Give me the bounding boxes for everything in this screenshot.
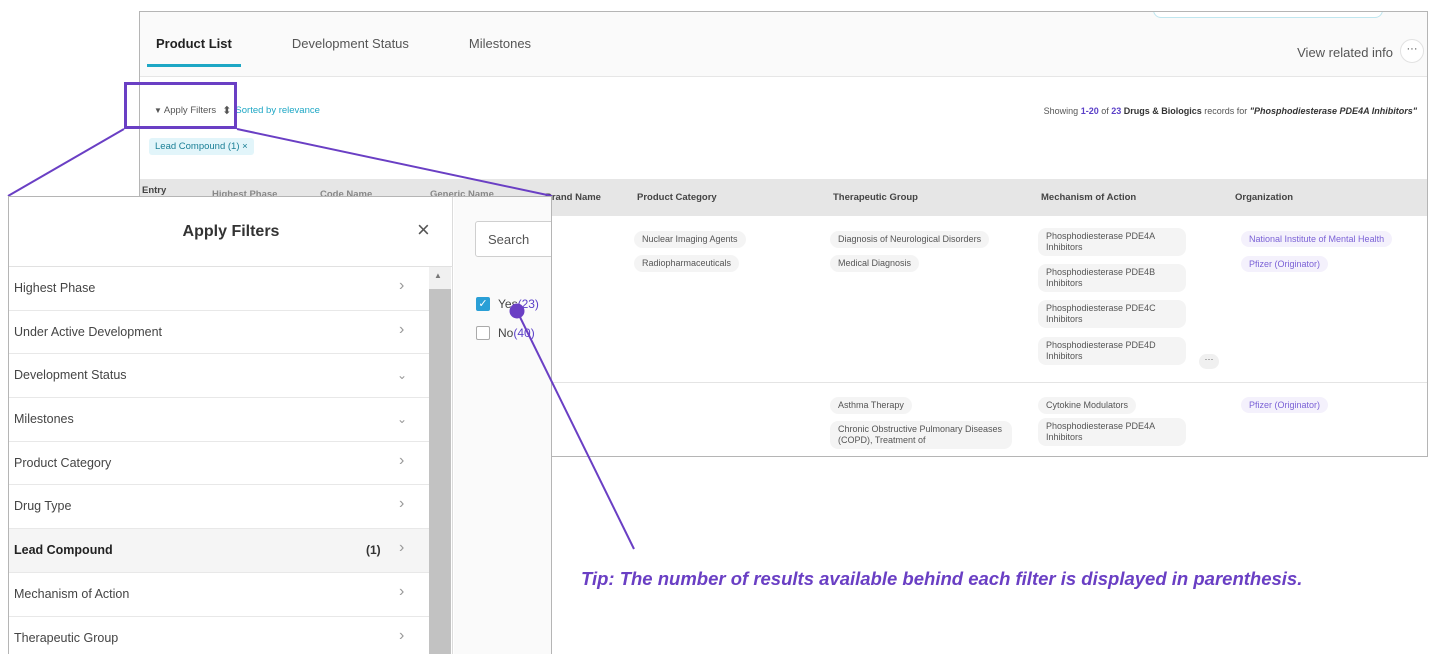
filter-item-label: Product Category xyxy=(14,455,112,470)
filter-count: (1) xyxy=(366,543,381,558)
filter-item-lead-compound[interactable]: Lead Compound (1) › xyxy=(9,529,429,573)
filter-item-mechanism-of-action[interactable]: Mechanism of Action › xyxy=(9,573,429,617)
tab-development-status[interactable]: Development Status xyxy=(283,36,418,67)
filter-search-input[interactable]: Search xyxy=(475,221,551,257)
tip-caption: Tip: The number of results available beh… xyxy=(581,568,1303,589)
column-mechanism-of-action[interactable]: Mechanism of Action xyxy=(1041,192,1136,203)
filter-item-milestones[interactable]: Milestones ⌄ xyxy=(9,398,429,442)
organization-link[interactable]: Pfizer (Originator) xyxy=(1241,256,1329,272)
therapeutic-group-tag[interactable]: Chronic Obstructive Pulmonary Diseases (… xyxy=(830,421,1012,449)
more-mechanisms-button[interactable]: ··· xyxy=(1199,354,1219,369)
option-count: (23) xyxy=(517,297,539,311)
therapeutic-group-tag[interactable]: Diagnosis of Neurological Disorders xyxy=(830,231,990,248)
more-options-button[interactable]: ··· xyxy=(1400,39,1424,63)
filter-item-label: Milestones xyxy=(14,412,74,427)
checkbox-checked-icon[interactable]: ✓ xyxy=(476,297,490,311)
apply-filters-panel: Apply Filters × Highest Phase › Under Ac… xyxy=(8,196,552,654)
results-count: 23 xyxy=(1111,106,1122,116)
filter-option-no[interactable]: No (40) xyxy=(476,326,535,340)
chevron-right-icon: › xyxy=(399,626,405,644)
scroll-up-arrow-icon[interactable]: ▲ xyxy=(434,271,442,280)
chevron-down-icon: ⌄ xyxy=(397,368,408,383)
therapeutic-group-tag[interactable]: Asthma Therapy xyxy=(830,397,912,414)
filter-options-pane: Search ✓ Yes (23) No (40) xyxy=(454,197,551,654)
panel-header: Apply Filters × xyxy=(9,197,453,267)
filter-item-therapeutic-group[interactable]: Therapeutic Group › xyxy=(9,617,429,654)
filter-item-development-status[interactable]: Development Status ⌄ xyxy=(9,354,429,399)
close-icon[interactable]: × xyxy=(417,217,430,243)
filter-item-label: Under Active Development xyxy=(14,324,162,339)
product-category-tag[interactable]: Radiopharmaceuticals xyxy=(634,255,740,272)
results-records-for: records for xyxy=(1201,106,1250,116)
filter-item-label: Drug Type xyxy=(14,499,72,514)
chevron-right-icon: › xyxy=(399,320,405,338)
organization-link[interactable]: National Institute of Mental Health xyxy=(1241,231,1393,247)
sort-order-link[interactable]: Sorted by relevance xyxy=(235,105,320,116)
results-kind: Drugs & Biologics xyxy=(1121,106,1202,116)
chevron-down-icon: ⌄ xyxy=(397,412,408,427)
filter-option-yes[interactable]: ✓ Yes (23) xyxy=(476,297,539,311)
results-range: 1-20 xyxy=(1080,106,1099,116)
option-label: Yes xyxy=(498,297,518,311)
active-filter-chip-lead-compound[interactable]: Lead Compound (1) × xyxy=(149,138,254,155)
filter-item-under-active-development[interactable]: Under Active Development › xyxy=(9,311,429,355)
filter-category-list: Apply Filters × Highest Phase › Under Ac… xyxy=(9,197,453,654)
results-of: of xyxy=(1098,106,1112,116)
mechanism-tag[interactable]: Phosphodiesterase PDE4D Inhibitors xyxy=(1038,337,1186,365)
results-prefix: Showing xyxy=(1043,106,1081,116)
apply-filters-highlight-box xyxy=(124,82,237,129)
option-label: No xyxy=(498,326,514,340)
tab-bar: Product List Development Status Mileston… xyxy=(140,12,1427,77)
chevron-right-icon: › xyxy=(399,539,405,557)
results-summary: Showing 1-20 of 23 Drugs & Biologics rec… xyxy=(1044,106,1417,116)
column-entry[interactable]: Entry xyxy=(142,185,166,196)
chevron-right-icon: › xyxy=(399,495,405,513)
mechanism-tag[interactable]: Cytokine Modulators xyxy=(1038,397,1137,414)
results-query: "Phosphodiesterase PDE4A Inhibitors" xyxy=(1249,106,1417,116)
panel-title: Apply Filters xyxy=(182,223,280,240)
chevron-right-icon: › xyxy=(399,277,405,294)
organization-link[interactable]: Pfizer (Originator) xyxy=(1241,397,1329,413)
option-count: (40) xyxy=(513,326,535,340)
filter-item-label: Lead Compound xyxy=(14,543,113,558)
scrollbar-thumb[interactable] xyxy=(429,289,451,654)
chevron-right-icon: › xyxy=(399,582,405,600)
filter-item-label: Therapeutic Group xyxy=(14,630,119,645)
tutorial-screenshot: Product List Development Status Mileston… xyxy=(0,0,1432,654)
filter-item-drug-type[interactable]: Drug Type › xyxy=(9,485,429,530)
tab-milestones[interactable]: Milestones xyxy=(460,36,540,67)
column-therapeutic-group[interactable]: Therapeutic Group xyxy=(833,192,918,203)
mechanism-tag[interactable]: Phosphodiesterase PDE4B Inhibitors xyxy=(1038,264,1186,292)
filter-item-label: Highest Phase xyxy=(14,281,96,295)
column-brand-name[interactable]: Brand Name xyxy=(545,192,601,203)
filter-item-highest-phase[interactable]: Highest Phase › xyxy=(9,267,429,311)
mechanism-tag[interactable]: Phosphodiesterase PDE4A Inhibitors xyxy=(1038,418,1186,446)
column-product-category[interactable]: Product Category xyxy=(637,192,717,203)
mechanism-tag[interactable]: Phosphodiesterase PDE4C Inhibitors xyxy=(1038,300,1186,328)
filter-item-label: Development Status xyxy=(14,368,127,383)
therapeutic-group-tag[interactable]: Medical Diagnosis xyxy=(830,255,920,272)
mechanism-tag[interactable]: Phosphodiesterase PDE4A Inhibitors xyxy=(1038,228,1186,256)
chevron-right-icon: › xyxy=(399,451,405,469)
tab-product-list[interactable]: Product List xyxy=(147,36,241,67)
checkbox-icon[interactable] xyxy=(476,326,490,340)
product-category-tag[interactable]: Nuclear Imaging Agents xyxy=(634,231,746,248)
filter-item-product-category[interactable]: Product Category › xyxy=(9,442,429,486)
column-organization[interactable]: Organization xyxy=(1235,192,1293,203)
top-search-field[interactable] xyxy=(1153,12,1383,18)
view-related-info-link[interactable]: View related info xyxy=(1297,45,1393,60)
filter-item-label: Mechanism of Action xyxy=(14,586,130,601)
